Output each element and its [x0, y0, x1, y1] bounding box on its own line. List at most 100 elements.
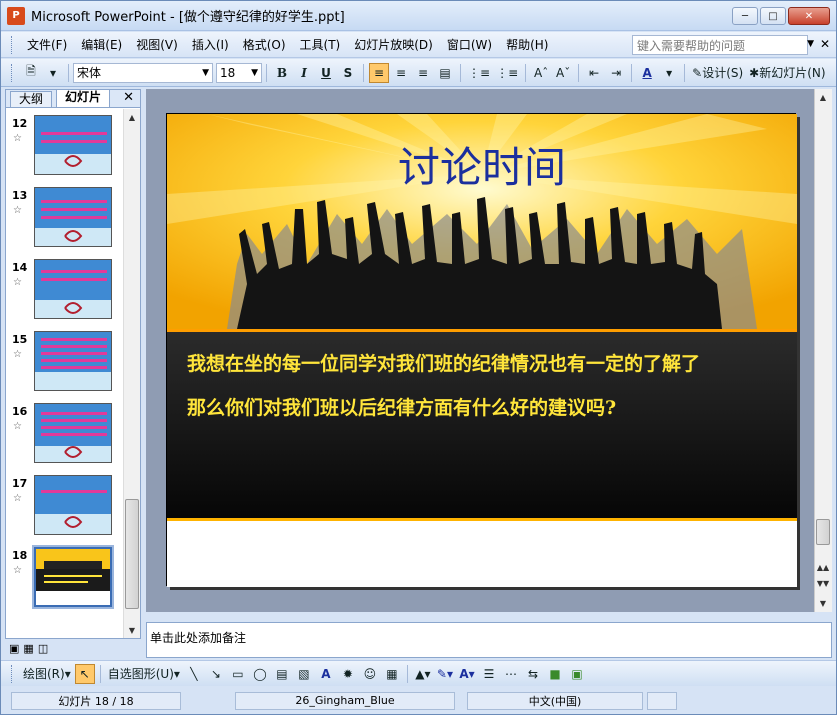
menu-format[interactable]: 格式(O)	[236, 35, 293, 55]
menu-slideshow[interactable]: 幻灯片放映(D)	[347, 35, 440, 55]
font-color-icon[interactable]: A▾	[457, 664, 477, 684]
clipart-icon[interactable]: ☺	[360, 664, 380, 684]
decrease-indent-button[interactable]: ⇤	[584, 63, 604, 83]
slide-sorter-icon[interactable]: ▦	[23, 642, 33, 658]
design-button[interactable]: ✎ 设计(S)	[690, 63, 745, 83]
italic-button[interactable]: I	[294, 63, 314, 83]
underline-button[interactable]: U	[316, 63, 336, 83]
tab-slides[interactable]: 幻灯片	[56, 89, 111, 107]
close-icon[interactable]: ✕	[123, 90, 134, 105]
help-dropdown-icon[interactable]: ▼	[807, 39, 814, 49]
previous-slide-icon[interactable]: ▲▲	[815, 559, 831, 575]
new-document-icon[interactable]: 🗎	[21, 63, 41, 83]
notes-pane[interactable]: 单击此处添加备注	[146, 622, 832, 658]
thumbnail-item[interactable]: 12 ☆	[6, 115, 122, 181]
slide-thumbnail[interactable]	[32, 545, 114, 609]
scroll-down-icon[interactable]: ▼	[815, 595, 831, 611]
close-button[interactable]: ✕	[788, 7, 830, 25]
menu-help[interactable]: 帮助(H)	[499, 35, 555, 55]
numbering-button[interactable]: ⋮≡	[466, 63, 492, 83]
line-tool-icon[interactable]: ╲	[184, 664, 204, 684]
dash-style-icon[interactable]: ⋯	[501, 664, 521, 684]
picture-icon[interactable]: ▦	[382, 664, 402, 684]
bold-button[interactable]: B	[272, 63, 292, 83]
status-slide-count: 幻灯片 18 / 18	[11, 691, 181, 710]
3d-style-icon[interactable]: ▣	[567, 664, 587, 684]
thumbnail-item[interactable]: 15 ☆	[6, 331, 122, 397]
slide-body-line-2[interactable]: 那么你们对我们班以后纪律方面有什么好的建议吗?	[187, 396, 616, 419]
font-size-select[interactable]: 18 ▼	[216, 62, 262, 83]
autoshapes-menu-button[interactable]: 自选图形(U) ▾	[106, 664, 182, 684]
toolbar-grip[interactable]	[11, 664, 14, 683]
toolbar-grip[interactable]	[11, 63, 14, 82]
increase-font-button[interactable]: Aˆ	[531, 63, 551, 83]
menu-file[interactable]: 文件(F)	[20, 35, 74, 55]
menu-view[interactable]: 视图(V)	[129, 35, 185, 55]
font-name-select[interactable]: 宋体 ▼	[73, 62, 213, 83]
maximize-button[interactable]: □	[760, 7, 786, 25]
font-size-value: 18	[220, 65, 236, 80]
diagram-icon[interactable]: ✹	[338, 664, 358, 684]
rectangle-tool-icon[interactable]: ▭	[228, 664, 248, 684]
slide-editor[interactable]: 讨论时间 我想在坐的每一位同学对我们班的纪律情况也有一定的了解了 那么你们对我们…	[146, 89, 814, 612]
font-color-button[interactable]: A	[637, 63, 657, 83]
normal-view-icon[interactable]: ▣	[9, 642, 19, 658]
slide-thumbnail[interactable]	[34, 115, 112, 175]
select-pointer-icon[interactable]: ↖	[74, 663, 95, 684]
scroll-thumb[interactable]	[125, 499, 139, 609]
line-style-icon[interactable]: ☰	[479, 664, 499, 684]
vertical-textbox-icon[interactable]: ▧	[294, 664, 314, 684]
fill-color-icon[interactable]: ▲▾	[413, 664, 433, 684]
decrease-font-button[interactable]: Aˇ	[553, 63, 573, 83]
slide-thumbnail[interactable]	[34, 259, 112, 319]
thumbnail-item[interactable]: 16 ☆	[6, 403, 122, 469]
oval-tool-icon[interactable]: ◯	[250, 664, 270, 684]
draw-menu-button[interactable]: 绘图(R) ▾	[21, 664, 73, 684]
help-search-input[interactable]: 键入需要帮助的问题	[632, 35, 808, 55]
menu-insert[interactable]: 插入(I)	[185, 35, 236, 55]
slide-thumbnail[interactable]	[34, 331, 112, 391]
arrow-style-icon[interactable]: ⇆	[523, 664, 543, 684]
increase-indent-button[interactable]: ⇥	[606, 63, 626, 83]
tab-outline[interactable]: 大纲	[10, 91, 53, 107]
thumbnail-item[interactable]: 13 ☆	[6, 187, 122, 253]
current-slide[interactable]: 讨论时间 我想在坐的每一位同学对我们班的纪律情况也有一定的了解了 那么你们对我们…	[166, 113, 797, 587]
scroll-up-icon[interactable]: ▲	[124, 109, 140, 125]
thumbnail-item[interactable]: 17 ☆	[6, 475, 122, 541]
toolbar-options-icon[interactable]: ▾	[43, 63, 63, 83]
chevron-down-icon[interactable]: ▾	[659, 63, 679, 83]
menu-edit[interactable]: 编辑(E)	[74, 35, 129, 55]
scroll-thumb[interactable]	[816, 519, 830, 545]
new-slide-button[interactable]: ✱ 新幻灯片(N)	[747, 63, 827, 83]
scroll-up-icon[interactable]: ▲	[815, 89, 831, 105]
toolbar-grip[interactable]	[11, 35, 14, 54]
line-color-icon[interactable]: ✎▾	[435, 664, 455, 684]
minimize-button[interactable]: ─	[732, 7, 758, 25]
editor-scrollbar[interactable]: ▲ ▲▲ ▼▼ ▼	[814, 89, 832, 612]
shadow-button[interactable]: S	[338, 63, 358, 83]
document-close-icon[interactable]: ✕	[820, 37, 830, 51]
scroll-down-icon[interactable]: ▼	[124, 622, 140, 638]
next-slide-icon[interactable]: ▼▼	[815, 575, 831, 591]
slide-thumbnail[interactable]	[34, 403, 112, 463]
thumbnail-item-selected[interactable]: 18 ☆	[6, 545, 122, 613]
slideshow-view-icon[interactable]: ◫	[38, 642, 48, 658]
align-right-button[interactable]: ≡	[413, 63, 433, 83]
shadow-style-icon[interactable]: ■	[545, 664, 565, 684]
bullets-button[interactable]: ⋮≡	[494, 63, 520, 83]
wordart-icon[interactable]: A	[316, 664, 336, 684]
menu-window[interactable]: 窗口(W)	[440, 35, 499, 55]
thumbnail-item[interactable]: 14 ☆	[6, 259, 122, 325]
arrow-tool-icon[interactable]: ↘	[206, 664, 226, 684]
distribute-button[interactable]: ▤	[435, 63, 455, 83]
slide-title[interactable]: 讨论时间	[398, 143, 566, 192]
slide-thumbnail[interactable]	[34, 475, 112, 535]
slide-thumbnail[interactable]	[34, 187, 112, 247]
slide-number: 16	[12, 405, 28, 418]
align-center-button[interactable]: ≡	[391, 63, 411, 83]
slide-body-line-1[interactable]: 我想在坐的每一位同学对我们班的纪律情况也有一定的了解了	[187, 352, 700, 375]
textbox-tool-icon[interactable]: ▤	[272, 664, 292, 684]
panel-scrollbar[interactable]: ▲ ▼	[123, 109, 140, 638]
align-left-button[interactable]: ≡	[369, 62, 389, 83]
menu-tools[interactable]: 工具(T)	[293, 35, 348, 55]
